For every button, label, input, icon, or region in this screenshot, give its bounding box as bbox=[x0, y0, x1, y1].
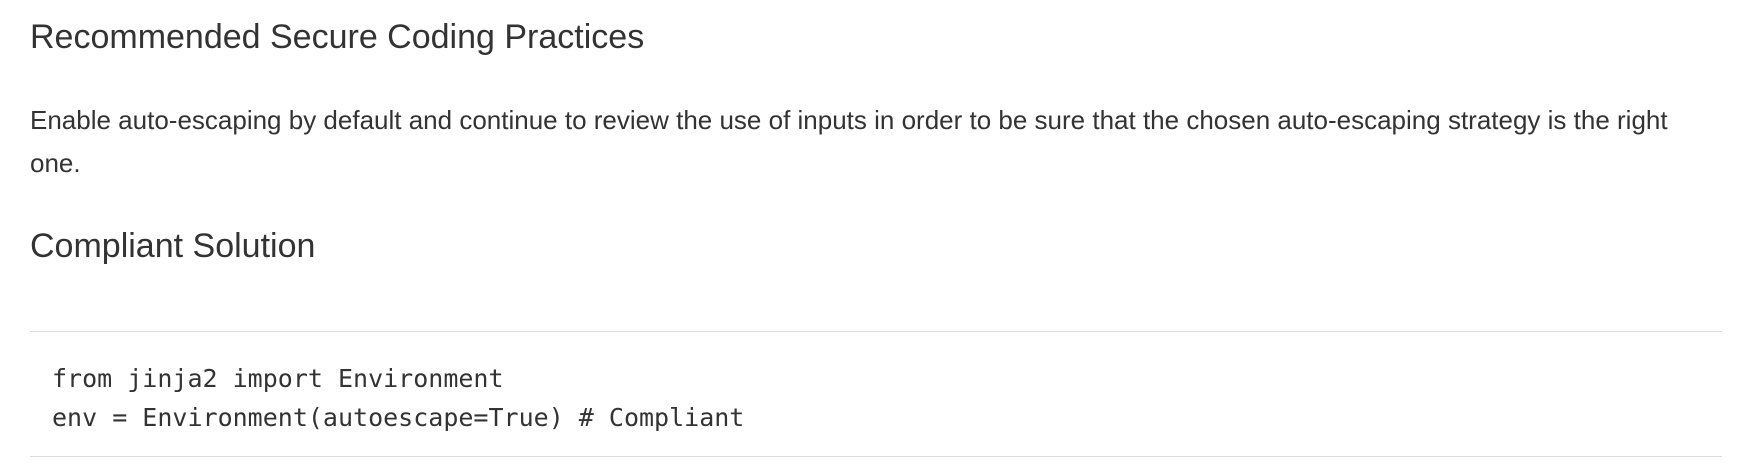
section-paragraph-practices: Enable auto-escaping by default and cont… bbox=[30, 105, 1668, 178]
section-heading-compliant-solution: Compliant Solution bbox=[30, 227, 316, 265]
section-heading-secure-coding-practices: Recommended Secure Coding Practices bbox=[30, 18, 645, 56]
code-block: from jinja2 import Environment env = Envi… bbox=[30, 331, 1722, 457]
code-line-1: from jinja2 import Environment bbox=[52, 364, 504, 393]
code-line-2: env = Environment(autoescape=True) # Com… bbox=[52, 403, 745, 432]
